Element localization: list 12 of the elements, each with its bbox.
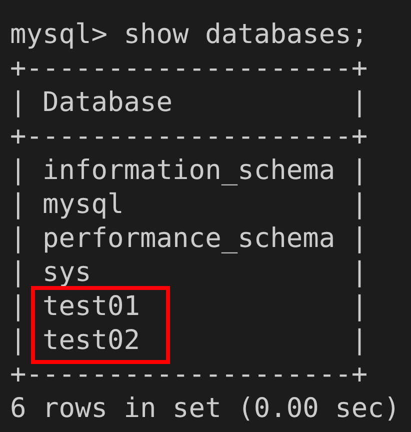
table-row: | mysql | — [10, 188, 368, 222]
table-row: | test02 | — [10, 324, 368, 358]
table-border: +--------------------+ — [10, 358, 368, 392]
table-header: | Database | — [10, 86, 368, 120]
command-line: mysql> show databases; — [10, 18, 368, 52]
table-border: +--------------------+ — [10, 120, 368, 154]
result-summary: 6 rows in set (0.00 sec) — [10, 392, 400, 426]
table-row: | test01 | — [10, 290, 368, 324]
table-row: | sys | — [10, 256, 368, 290]
table-border: +--------------------+ — [10, 52, 368, 86]
table-row: | information_schema | — [10, 154, 368, 188]
table-row: | performance_schema | — [10, 222, 368, 256]
